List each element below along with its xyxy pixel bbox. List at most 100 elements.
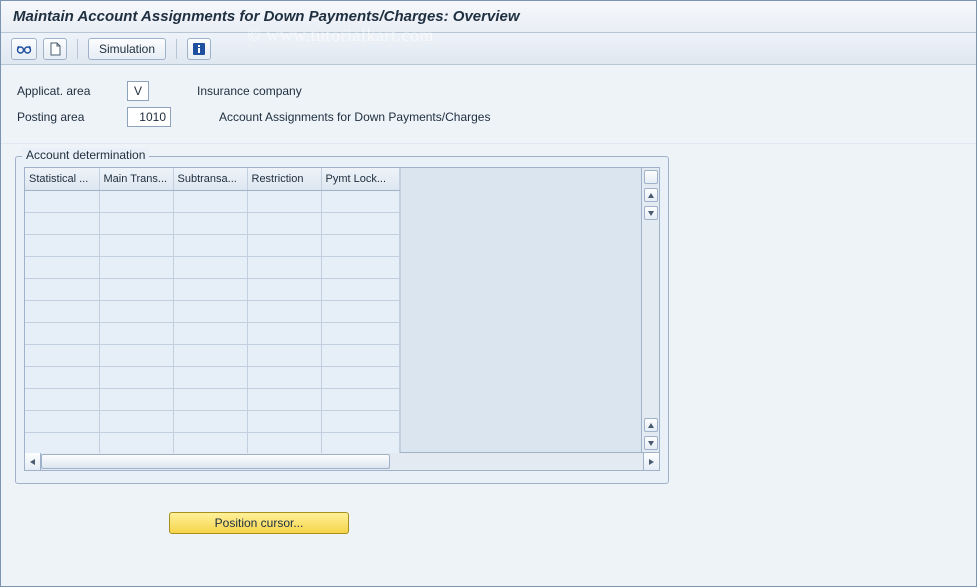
table-cell[interactable] (247, 234, 321, 256)
table-cell[interactable] (247, 212, 321, 234)
table-cell[interactable] (321, 212, 399, 234)
table-cell[interactable] (25, 300, 99, 322)
table-cell[interactable] (321, 388, 399, 410)
account-determination-table[interactable]: Statistical ... Main Trans... Subtransa.… (25, 168, 400, 452)
header-form: Applicat. area Insurance company Posting… (1, 65, 976, 144)
table-cell[interactable] (247, 344, 321, 366)
table-row[interactable] (25, 388, 399, 410)
table-row[interactable] (25, 366, 399, 388)
table-cell[interactable] (25, 432, 99, 454)
table-cell[interactable] (247, 300, 321, 322)
table-cell[interactable] (247, 256, 321, 278)
table-cell[interactable] (321, 344, 399, 366)
table-cell[interactable] (173, 234, 247, 256)
table-cell[interactable] (247, 278, 321, 300)
table-cell[interactable] (25, 278, 99, 300)
applicat-area-desc: Insurance company (197, 84, 302, 98)
table-cell[interactable] (173, 344, 247, 366)
table-cell[interactable] (321, 322, 399, 344)
table-cell[interactable] (247, 322, 321, 344)
table-cell[interactable] (25, 366, 99, 388)
horizontal-scrollbar[interactable] (24, 453, 660, 471)
table-cell[interactable] (99, 344, 173, 366)
table-cell[interactable] (99, 432, 173, 454)
scroll-up-button-bottom[interactable] (644, 418, 658, 432)
table-cell[interactable] (247, 366, 321, 388)
table-cell[interactable] (173, 366, 247, 388)
col-statistical[interactable]: Statistical ... (25, 168, 99, 190)
table-cell[interactable] (99, 366, 173, 388)
table-cell[interactable] (99, 410, 173, 432)
table-cell[interactable] (173, 432, 247, 454)
scroll-left-button[interactable] (25, 453, 41, 470)
table-cell[interactable] (321, 256, 399, 278)
table-row[interactable] (25, 278, 399, 300)
scroll-up-button[interactable] (644, 188, 658, 202)
display-details-button[interactable] (11, 38, 37, 60)
table-cell[interactable] (173, 278, 247, 300)
table-cell[interactable] (25, 388, 99, 410)
table-row[interactable] (25, 322, 399, 344)
table-cell[interactable] (247, 410, 321, 432)
table-cell[interactable] (247, 432, 321, 454)
table-cell[interactable] (173, 190, 247, 212)
table-cell[interactable] (173, 212, 247, 234)
table-cell[interactable] (247, 388, 321, 410)
col-main-trans[interactable]: Main Trans... (99, 168, 173, 190)
vertical-scrollbar[interactable] (641, 168, 659, 452)
table-cell[interactable] (321, 234, 399, 256)
create-button[interactable] (43, 38, 67, 60)
table-row[interactable] (25, 212, 399, 234)
table-row[interactable] (25, 300, 399, 322)
table-cell[interactable] (99, 278, 173, 300)
table-cell[interactable] (99, 212, 173, 234)
table-cell[interactable] (173, 322, 247, 344)
table-row[interactable] (25, 344, 399, 366)
table-cell[interactable] (25, 234, 99, 256)
table-cell[interactable] (99, 322, 173, 344)
applicat-area-field[interactable] (127, 81, 149, 101)
table-cell[interactable] (321, 278, 399, 300)
table-cell[interactable] (25, 212, 99, 234)
scroll-right-button[interactable] (643, 453, 659, 470)
table-cell[interactable] (321, 190, 399, 212)
table-cell[interactable] (173, 388, 247, 410)
table-cell[interactable] (25, 256, 99, 278)
table-cell[interactable] (321, 432, 399, 454)
table-row[interactable] (25, 190, 399, 212)
table-cell[interactable] (321, 300, 399, 322)
horizontal-scroll-thumb[interactable] (41, 454, 390, 469)
simulation-button[interactable]: Simulation (88, 38, 166, 60)
table-cell[interactable] (99, 234, 173, 256)
table-cell[interactable] (247, 190, 321, 212)
table-cell[interactable] (25, 322, 99, 344)
table-cell[interactable] (25, 410, 99, 432)
table-cell[interactable] (173, 300, 247, 322)
table-row[interactable] (25, 256, 399, 278)
table-cell[interactable] (321, 366, 399, 388)
table-cell[interactable] (25, 344, 99, 366)
table-row[interactable] (25, 410, 399, 432)
table-cell[interactable] (99, 256, 173, 278)
col-pymt-lock[interactable]: Pymt Lock... (321, 168, 399, 190)
table-cell[interactable] (99, 190, 173, 212)
table-cell[interactable] (25, 190, 99, 212)
chevron-left-icon (30, 459, 35, 465)
table-cell[interactable] (173, 410, 247, 432)
horizontal-scroll-track[interactable] (41, 453, 643, 470)
table-cell[interactable] (99, 300, 173, 322)
col-subtransa[interactable]: Subtransa... (173, 168, 247, 190)
scroll-down-button[interactable] (644, 206, 658, 220)
chevron-up-icon (648, 423, 654, 428)
info-icon (192, 42, 206, 56)
posting-area-field[interactable] (127, 107, 171, 127)
table-cell[interactable] (173, 256, 247, 278)
col-restriction[interactable]: Restriction (247, 168, 321, 190)
position-cursor-button[interactable]: Position cursor... (169, 512, 349, 534)
info-button[interactable] (187, 38, 211, 60)
table-row[interactable] (25, 234, 399, 256)
table-cell[interactable] (321, 410, 399, 432)
table-cell[interactable] (99, 388, 173, 410)
table-row[interactable] (25, 432, 399, 454)
scroll-down-button-bottom[interactable] (644, 436, 658, 450)
